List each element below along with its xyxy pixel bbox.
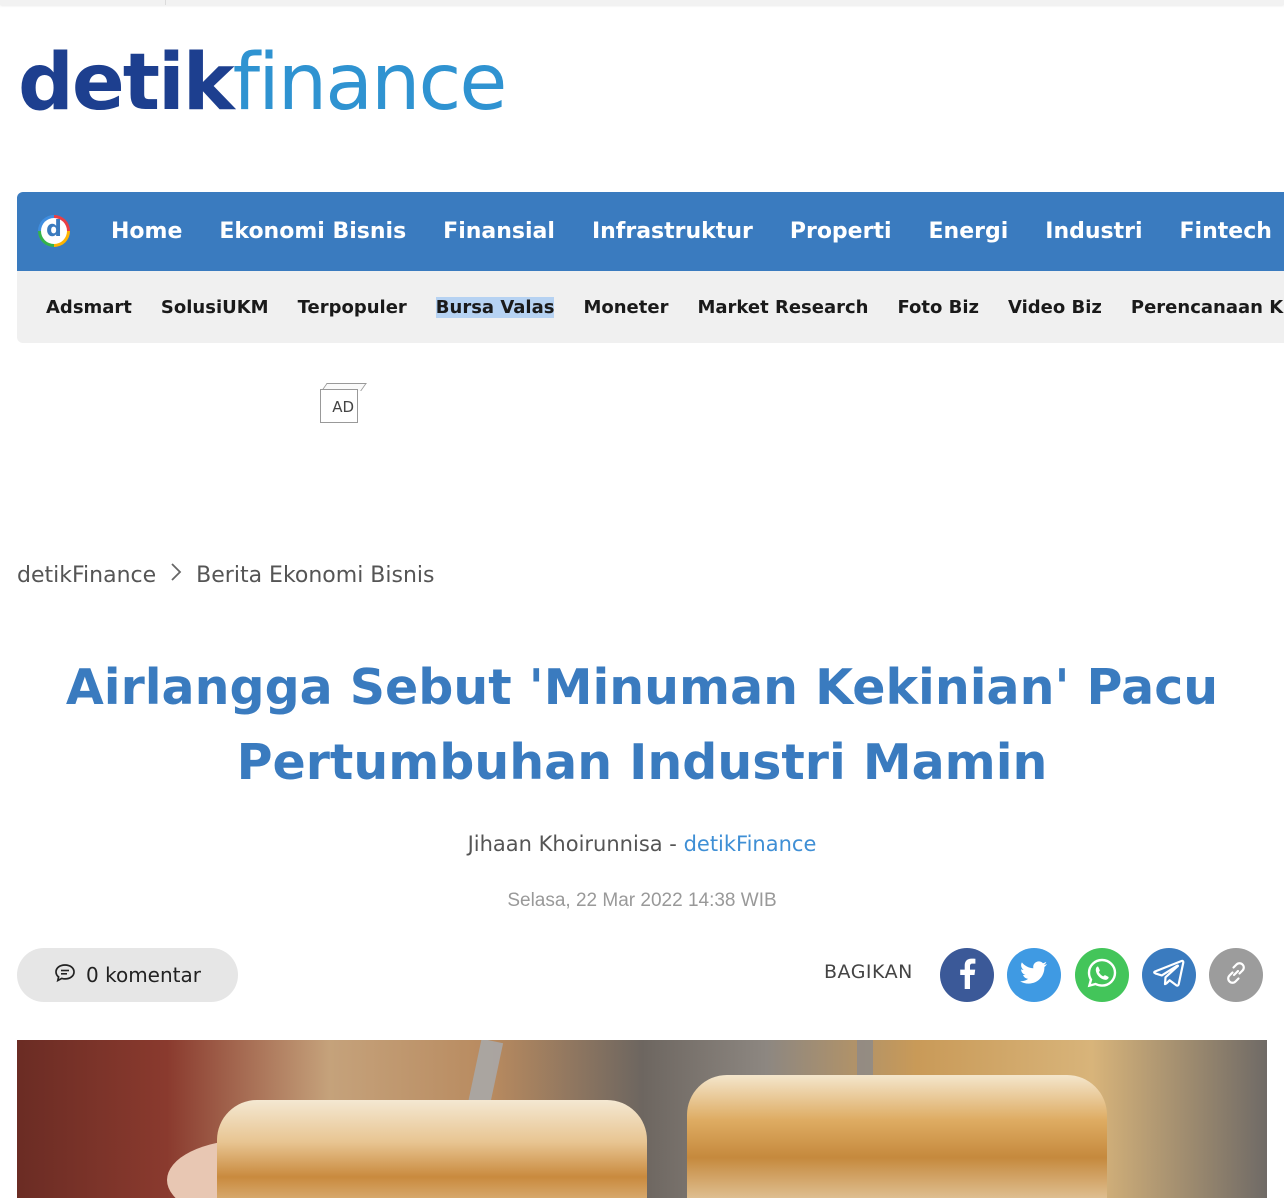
nav-item-fintech[interactable]: Fintech — [1180, 219, 1272, 244]
twitter-icon — [1020, 961, 1048, 989]
subnav-item-foto-biz[interactable]: Foto Biz — [897, 297, 979, 318]
top-bar-divider — [165, 0, 166, 5]
share-facebook-button[interactable] — [940, 948, 994, 1002]
facebook-icon — [957, 957, 977, 993]
source-link[interactable]: detikFinance — [684, 832, 817, 856]
nav-item-industri[interactable]: Industri — [1045, 219, 1142, 244]
subnav-item-perencanaan[interactable]: Perencanaan K — [1131, 297, 1283, 318]
subnav-item-terpopuler[interactable]: Terpopuler — [298, 297, 407, 318]
logo-detik: detik — [18, 38, 235, 128]
nav-item-home[interactable]: Home — [111, 219, 182, 244]
author-name: Jihaan Khoirunnisa — [467, 832, 663, 856]
nav-item-properti[interactable]: Properti — [790, 219, 892, 244]
site-logo[interactable]: detikfinance — [18, 38, 508, 128]
detik-d-icon[interactable]: d — [38, 215, 70, 247]
hero-cup-left — [217, 1100, 647, 1198]
logo-finance: finance — [232, 38, 508, 128]
ad-placeholder[interactable]: AD — [318, 381, 367, 425]
subnav-item-bursa-valas[interactable]: Bursa Valas — [435, 296, 555, 318]
telegram-icon — [1153, 959, 1185, 991]
nav-item-energi[interactable]: Energi — [929, 219, 1009, 244]
subnav-item-solusiukm[interactable]: SolusiUKM — [161, 297, 269, 318]
share-whatsapp-button[interactable] — [1075, 948, 1129, 1002]
whatsapp-icon — [1086, 957, 1118, 993]
sub-nav: Adsmart SolusiUKM Terpopuler Bursa Valas… — [17, 271, 1284, 343]
link-icon — [1223, 960, 1249, 990]
publish-date: Selasa, 22 Mar 2022 14:38 WIB — [507, 890, 777, 911]
article-hero-image — [17, 1040, 1267, 1198]
share-label: BAGIKAN — [824, 961, 913, 983]
nav-item-ekonomi-bisnis[interactable]: Ekonomi Bisnis — [219, 219, 406, 244]
main-nav: d Home Ekonomi Bisnis Finansial Infrastr… — [17, 192, 1284, 271]
d-letter: d — [41, 218, 67, 244]
breadcrumb-home[interactable]: detikFinance — [17, 563, 156, 588]
breadcrumb: detikFinance Berita Ekonomi Bisnis — [17, 560, 434, 590]
share-telegram-button[interactable] — [1142, 948, 1196, 1002]
breadcrumb-section[interactable]: Berita Ekonomi Bisnis — [196, 563, 434, 588]
hero-cup-right — [687, 1075, 1107, 1198]
subnav-item-market-research[interactable]: Market Research — [697, 297, 868, 318]
chevron-right-icon — [170, 562, 182, 588]
comment-icon — [54, 963, 76, 987]
ad-cube-icon: AD — [320, 389, 358, 423]
comment-button[interactable]: 0 komentar — [17, 948, 238, 1002]
nav-item-finansial[interactable]: Finansial — [443, 219, 555, 244]
subnav-item-moneter[interactable]: Moneter — [583, 297, 668, 318]
subnav-item-video-biz[interactable]: Video Biz — [1008, 297, 1102, 318]
byline-separator: - — [662, 832, 684, 856]
byline: Jihaan Khoirunnisa - detikFinance — [0, 832, 1284, 856]
top-bar — [0, 0, 1284, 5]
ad-label: AD — [332, 398, 354, 416]
share-twitter-button[interactable] — [1007, 948, 1061, 1002]
comment-count: 0 komentar — [86, 963, 201, 987]
article-title: Airlangga Sebut 'Minuman Kekinian' Pacu … — [65, 659, 1219, 791]
subnav-item-adsmart[interactable]: Adsmart — [46, 297, 132, 318]
nav-item-infrastruktur[interactable]: Infrastruktur — [592, 219, 753, 244]
share-copy-link-button[interactable] — [1209, 948, 1263, 1002]
